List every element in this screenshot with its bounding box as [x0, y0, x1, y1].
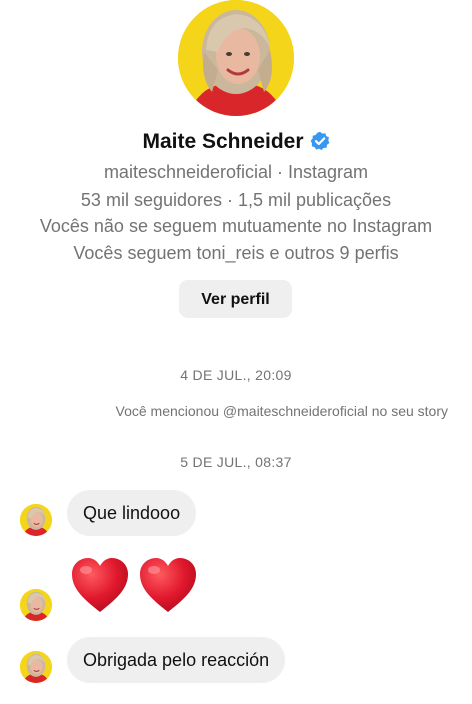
profile-photo-icon	[20, 504, 52, 536]
profile-avatar[interactable]	[178, 0, 294, 116]
follow-status-line: Vocês não se seguem mutuamente no Instag…	[39, 216, 433, 236]
profile-handle-line: maiteschneideroficial · Instagram	[103, 162, 369, 182]
profile-photo-icon	[20, 589, 52, 621]
view-profile-button[interactable]: Ver perfil	[179, 280, 292, 318]
profile-name: Maite Schneider	[142, 130, 304, 153]
mutual-followers-line: Vocês seguem toni_reis e outros 9 perfis	[73, 243, 399, 263]
profile-name-row: Maite Schneider	[0, 128, 472, 159]
red-heart-icon	[140, 558, 196, 612]
story-mention-note: Você mencionou @maiteschneideroficial no…	[115, 403, 449, 419]
profile-stats-line: 53 mil seguidores · 1,5 mil publicações	[80, 190, 392, 210]
heart-emoji-message[interactable]	[70, 556, 198, 622]
sender-avatar[interactable]	[20, 651, 52, 683]
profile-photo-icon	[20, 651, 52, 683]
timestamp-divider: 5 DE JUL., 08:37	[180, 454, 292, 470]
message-bubble[interactable]: Obrigada pelo reacción	[67, 637, 286, 683]
message-bubble[interactable]: Que lindooo	[67, 490, 197, 536]
profile-photo-icon	[178, 0, 294, 116]
sender-avatar[interactable]	[20, 589, 52, 621]
red-heart-icon	[72, 558, 128, 612]
verified-badge-icon	[310, 131, 330, 159]
timestamp-divider: 4 DE JUL., 20:09	[180, 367, 292, 383]
sender-avatar[interactable]	[20, 504, 52, 536]
